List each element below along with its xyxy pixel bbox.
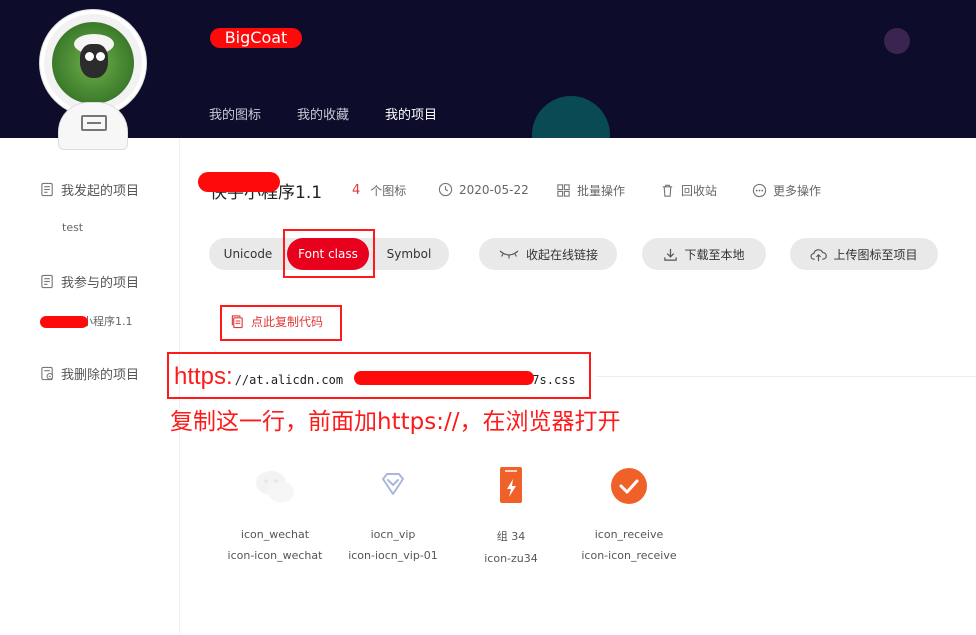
redaction-mark	[198, 172, 280, 192]
url-https-annotation: https:	[174, 363, 233, 390]
sidebar-group-deleted[interactable]: 我删除的项目	[40, 364, 139, 383]
project-sidebar	[0, 138, 180, 635]
document-icon	[41, 182, 53, 197]
sidebar-group-label: 我删除的项目	[61, 368, 140, 383]
trash-document-icon	[41, 366, 54, 381]
divider	[596, 376, 976, 377]
annotation-instruction: 复制这一行，前面加https://，在浏览器打开	[170, 409, 621, 435]
download-local-button[interactable]: 下载至本地	[642, 238, 766, 270]
sidebar-group-created[interactable]: 我发起的项目	[40, 180, 139, 199]
sidebar-item-test[interactable]: test	[62, 221, 83, 234]
more-operations-button[interactable]: 更多操作	[752, 182, 821, 199]
tab-my-projects[interactable]: 我的项目	[385, 104, 437, 138]
copy-icon	[231, 315, 243, 329]
icon-card[interactable]: icon_receive icon-icon_receive	[570, 462, 688, 562]
tab-my-icons[interactable]: 我的图标	[209, 104, 261, 138]
copy-code-button[interactable]: 点此复制代码	[230, 313, 323, 330]
more-dots-icon	[752, 183, 767, 198]
document-icon	[41, 274, 53, 289]
receive-check-icon	[604, 462, 654, 512]
icon-card[interactable]: icon_wechat icon-icon_wechat	[216, 462, 334, 562]
profile-header: BigCoat 我的图标 我的收藏 我的项目	[0, 0, 976, 138]
project-date: 2020-05-22	[438, 182, 529, 197]
sidebar-group-label: 我发起的项目	[61, 184, 140, 199]
grid-icon	[557, 184, 570, 197]
avatar[interactable]	[40, 10, 146, 150]
download-icon	[664, 248, 678, 261]
icon-count: 4 个图标	[352, 183, 407, 198]
clock-icon	[438, 182, 453, 197]
icon-card[interactable]: iocn_vip icon-iocn_vip-01	[334, 462, 452, 562]
mode-symbol-button[interactable]: Symbol	[369, 238, 449, 270]
vip-diamond-icon	[368, 462, 418, 512]
profile-nav: 我的图标 我的收藏 我的项目	[209, 104, 437, 138]
username: BigCoat	[210, 28, 302, 48]
decorative-bubble	[884, 28, 910, 54]
batch-operations-button[interactable]: 批量操作	[556, 182, 625, 199]
cloud-upload-icon	[810, 248, 828, 261]
phone-flash-icon	[486, 462, 536, 512]
upload-icons-button[interactable]: 上传图标至项目	[790, 238, 938, 270]
redaction-mark	[354, 371, 534, 385]
wechat-icon	[250, 462, 300, 512]
avatar-body	[58, 102, 128, 150]
mode-unicode-button[interactable]: Unicode	[209, 238, 287, 270]
icon-card[interactable]: 组 34 icon-zu34	[452, 462, 570, 565]
sidebar-group-joined[interactable]: 我参与的项目	[40, 272, 139, 291]
decorative-bubble	[532, 96, 610, 138]
closed-eye-icon	[499, 250, 519, 259]
tab-my-favorites[interactable]: 我的收藏	[297, 104, 349, 138]
avatar-helmet	[40, 10, 146, 116]
url-start: //at.alicdn.com	[234, 373, 344, 387]
recycle-bin-button[interactable]: 回收站	[660, 182, 717, 199]
collapse-online-link-button[interactable]: 收起在线链接	[479, 238, 617, 270]
trash-icon	[662, 184, 673, 197]
sidebar-item-mini-program[interactable]: 小程序1.1	[40, 313, 133, 329]
sidebar-group-label: 我参与的项目	[61, 276, 140, 291]
annotation-highlight-box	[283, 229, 375, 278]
